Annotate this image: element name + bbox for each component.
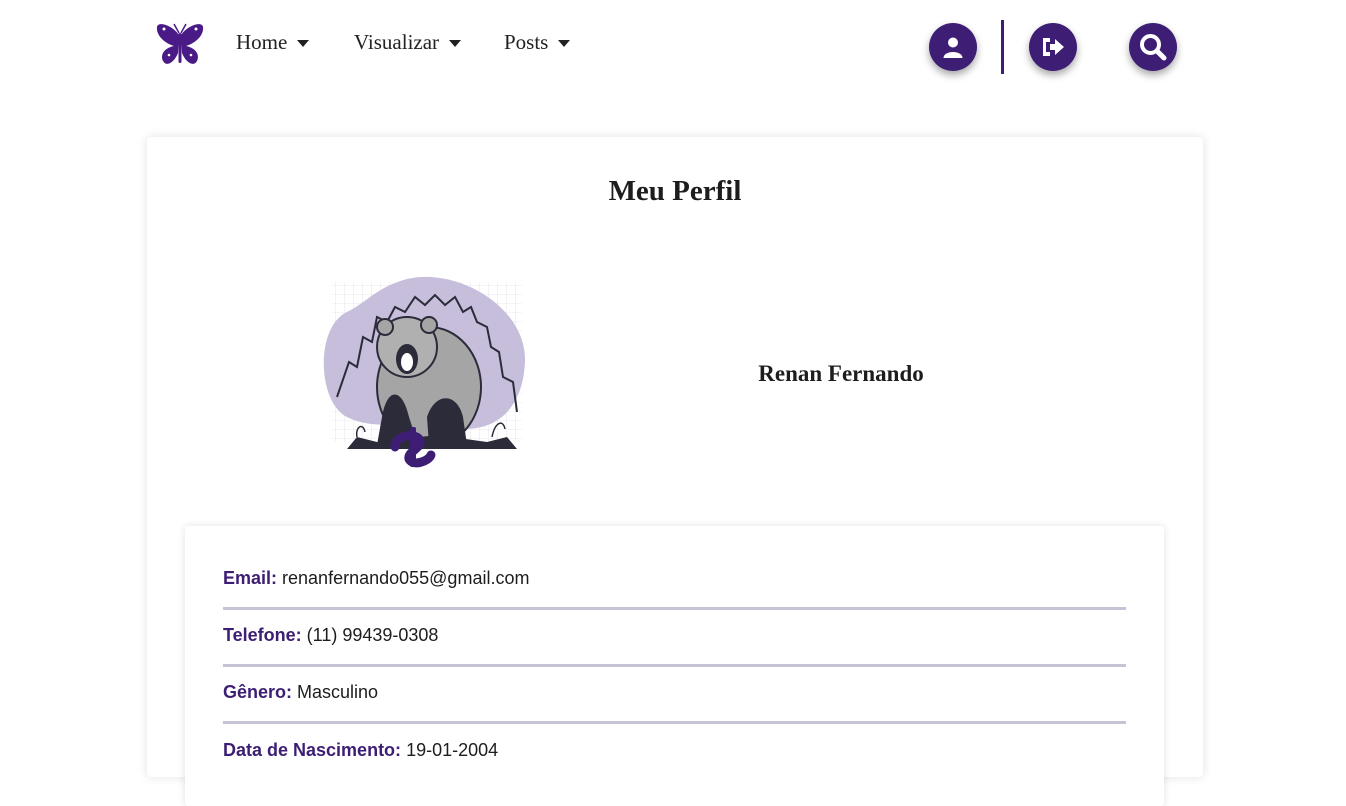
navbar: Home Visualizar Posts bbox=[0, 0, 1346, 90]
email-row: Email: renanfernando055@gmail.com bbox=[223, 550, 1126, 610]
genero-row: Gênero: Masculino bbox=[223, 664, 1126, 724]
nav-visualizar[interactable]: Visualizar bbox=[354, 30, 462, 55]
nascimento-value: 19-01-2004 bbox=[406, 740, 499, 760]
search-button[interactable] bbox=[1129, 23, 1177, 71]
email-label: Email: bbox=[223, 568, 278, 588]
profile-info-card: Email: renanfernando055@gmail.com Telefo… bbox=[185, 526, 1164, 806]
bear-illustration bbox=[317, 267, 532, 477]
email-value: renanfernando055@gmail.com bbox=[282, 568, 530, 588]
user-icon bbox=[943, 37, 963, 58]
nascimento-label: Data de Nascimento: bbox=[223, 740, 402, 760]
genero-label: Gênero: bbox=[223, 682, 293, 702]
search-icon bbox=[1140, 34, 1167, 61]
profile-name: Renan Fernando bbox=[758, 361, 924, 386]
logout-icon bbox=[1043, 38, 1064, 56]
nav-visualizar-label: Visualizar bbox=[354, 30, 440, 54]
nascimento-row: Data de Nascimento: 19-01-2004 bbox=[223, 722, 1126, 779]
logout-button[interactable] bbox=[1029, 23, 1077, 71]
telefone-value: (11) 99439-0308 bbox=[306, 625, 439, 645]
nav-home[interactable]: Home bbox=[236, 30, 310, 55]
caret-down-icon bbox=[449, 40, 462, 47]
profile-button[interactable] bbox=[929, 23, 977, 71]
caret-down-icon bbox=[558, 40, 571, 47]
nav-posts[interactable]: Posts bbox=[504, 30, 571, 55]
genero-value: Masculino bbox=[297, 682, 379, 702]
butterfly-icon[interactable] bbox=[154, 21, 206, 71]
telefone-row: Telefone: (11) 99439-0308 bbox=[223, 607, 1126, 667]
caret-down-icon bbox=[297, 40, 310, 47]
telefone-label: Telefone: bbox=[223, 625, 302, 645]
nav-home-label: Home bbox=[236, 30, 288, 54]
profile-card: Meu Perfil Renan Fernando Email: renanfe… bbox=[147, 137, 1203, 806]
nav-posts-label: Posts bbox=[504, 30, 549, 54]
nav-divider bbox=[1001, 20, 1004, 74]
page-title: Meu Perfil bbox=[608, 175, 742, 207]
